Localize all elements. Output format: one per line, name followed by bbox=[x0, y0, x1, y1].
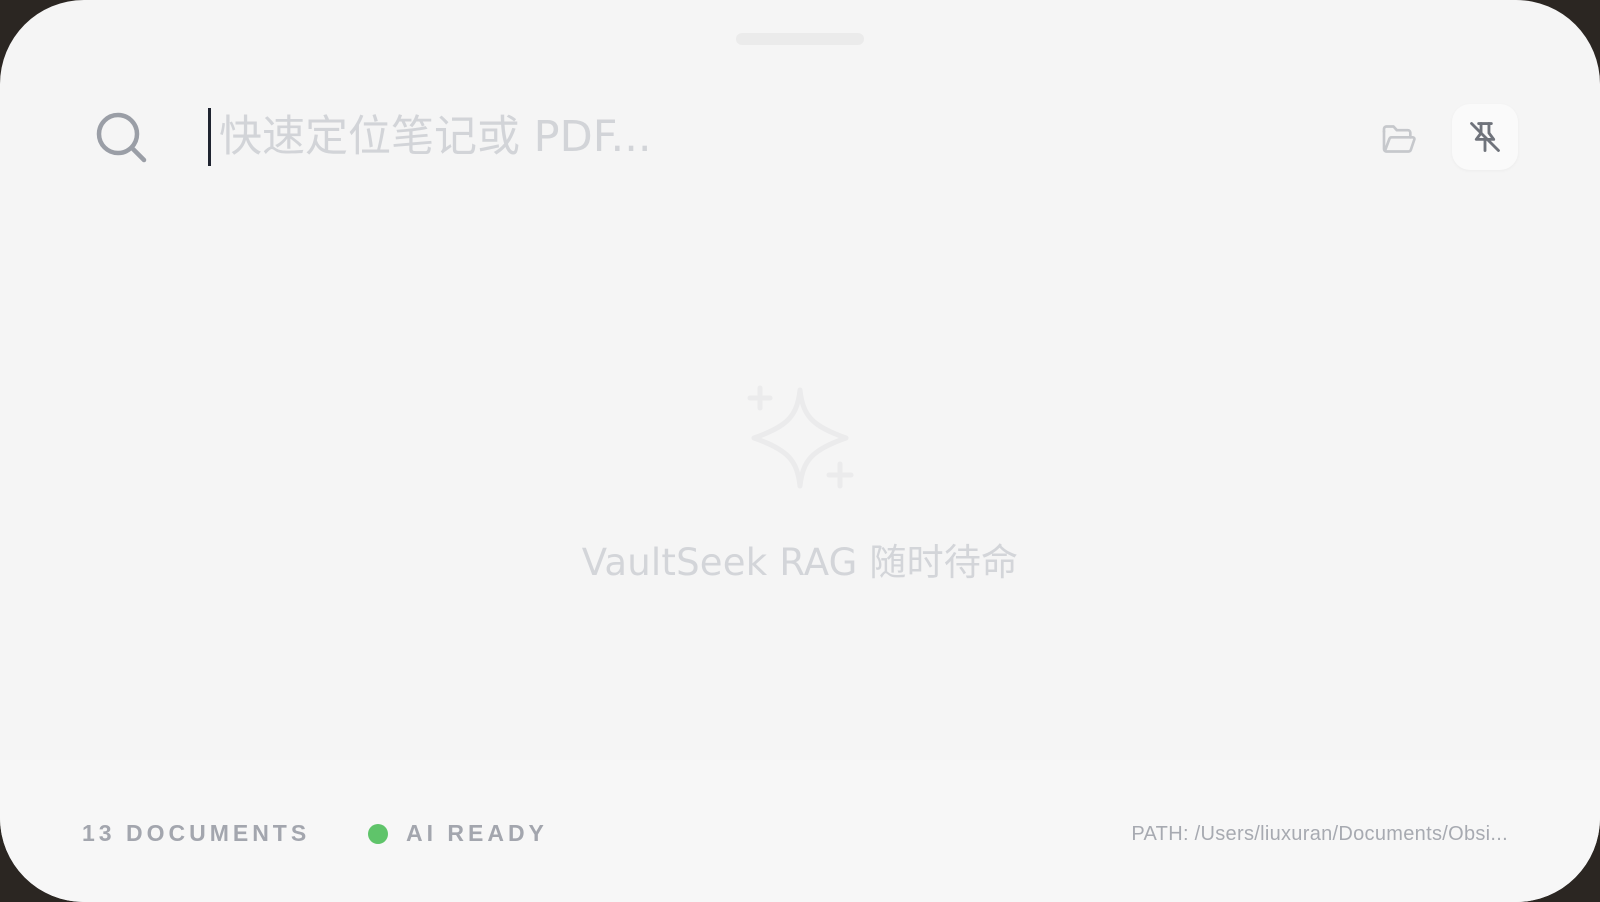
pin-off-icon bbox=[1470, 122, 1500, 152]
folder-open-icon bbox=[1382, 125, 1416, 153]
spotlight-window: VaultSeek RAG 随时待命 13 DOCUMENTS AI READY… bbox=[0, 0, 1600, 902]
empty-state: VaultSeek RAG 随时待命 bbox=[0, 380, 1600, 586]
ai-status: AI READY bbox=[368, 820, 548, 847]
ai-status-label: AI READY bbox=[406, 820, 548, 846]
status-dot-icon bbox=[368, 823, 388, 844]
document-count: 13 DOCUMENTS bbox=[82, 820, 311, 846]
empty-state-message: VaultSeek RAG 随时待命 bbox=[581, 541, 1019, 584]
drag-handle[interactable] bbox=[736, 33, 864, 45]
search-field[interactable] bbox=[208, 108, 1108, 166]
vault-path[interactable]: PATH: /Users/liuxuran/Documents/Obsi... bbox=[1131, 823, 1508, 846]
search-icon bbox=[96, 112, 147, 163]
sparkles-icon bbox=[747, 385, 854, 489]
search-input[interactable] bbox=[208, 108, 1108, 166]
open-folder-button[interactable] bbox=[1374, 114, 1424, 164]
pin-toggle-button[interactable] bbox=[1452, 104, 1518, 170]
